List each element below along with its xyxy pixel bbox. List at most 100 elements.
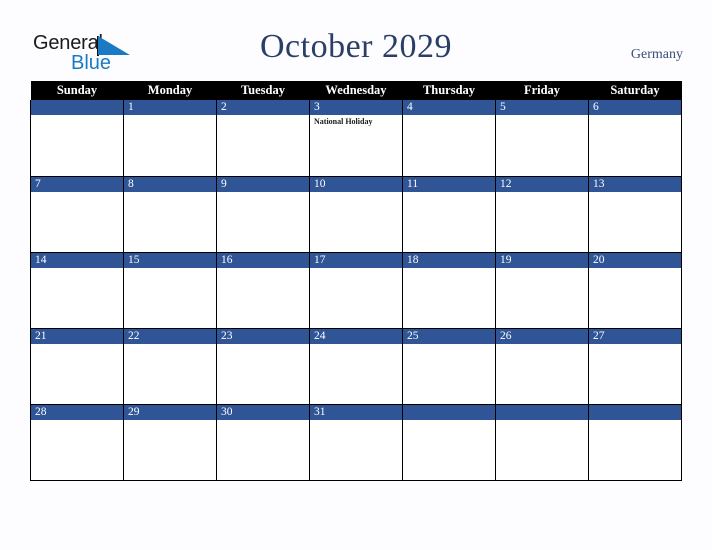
calendar-day-cell[interactable]: 18 <box>402 252 496 329</box>
calendar-day-cell[interactable]: 13 <box>588 176 682 253</box>
calendar-empty-cell[interactable] <box>588 404 682 481</box>
weekday-header-saturday: Saturday <box>588 81 682 100</box>
calendar-grid: Sunday Monday Tuesday Wednesday Thursday… <box>30 81 682 481</box>
calendar-day-cell[interactable]: 17 <box>309 252 403 329</box>
day-number: 30 <box>217 404 309 420</box>
day-number: 10 <box>310 176 402 192</box>
calendar-week-row: 1 2 3 National Holiday 4 5 6 <box>30 100 682 177</box>
day-cell-inner: 21 <box>31 328 123 404</box>
calendar-day-cell[interactable]: 29 <box>123 404 217 481</box>
weekday-header-wednesday: Wednesday <box>309 81 403 100</box>
day-cell-inner: 13 <box>589 176 681 252</box>
calendar-day-cell[interactable]: 10 <box>309 176 403 253</box>
calendar-day-cell[interactable]: 3 National Holiday <box>309 100 403 177</box>
calendar-day-cell[interactable]: 11 <box>402 176 496 253</box>
weekday-header-sunday: Sunday <box>30 81 124 100</box>
calendar-day-cell[interactable]: 15 <box>123 252 217 329</box>
calendar-empty-cell[interactable] <box>30 100 124 177</box>
day-events: National Holiday <box>310 115 402 127</box>
calendar-empty-cell[interactable] <box>495 404 589 481</box>
calendar-day-cell[interactable]: 2 <box>216 100 310 177</box>
page-title: October 2029 <box>259 28 452 65</box>
calendar-day-cell[interactable]: 25 <box>402 328 496 405</box>
day-cell-inner: 8 <box>124 176 216 252</box>
calendar-day-cell[interactable]: 1 <box>123 100 217 177</box>
day-cell-inner: 10 <box>310 176 402 252</box>
weekday-header-friday: Friday <box>495 81 589 100</box>
day-cell-inner: 30 <box>217 404 309 480</box>
day-number <box>496 404 588 420</box>
day-cell-inner: 29 <box>124 404 216 480</box>
calendar-day-cell[interactable]: 8 <box>123 176 217 253</box>
calendar-day-cell[interactable]: 24 <box>309 328 403 405</box>
page-header: General Blue October 2029 Germany <box>0 0 712 80</box>
day-number: 27 <box>589 328 681 344</box>
day-number: 24 <box>310 328 402 344</box>
day-number: 13 <box>589 176 681 192</box>
day-cell-inner: 6 <box>589 100 681 176</box>
day-number: 4 <box>403 100 495 115</box>
day-number: 2 <box>217 100 309 115</box>
day-number: 14 <box>31 252 123 268</box>
day-cell-inner: 4 <box>403 100 495 176</box>
day-cell-inner: 23 <box>217 328 309 404</box>
day-number: 25 <box>403 328 495 344</box>
day-cell-inner: 26 <box>496 328 588 404</box>
calendar-day-cell[interactable]: 19 <box>495 252 589 329</box>
calendar-day-cell[interactable]: 31 <box>309 404 403 481</box>
day-number: 17 <box>310 252 402 268</box>
day-cell-inner: 15 <box>124 252 216 328</box>
day-cell-inner: 14 <box>31 252 123 328</box>
calendar-body: 1 2 3 National Holiday 4 5 6 7 8 9 10 11 12 13 14 15 16 1… <box>30 100 682 481</box>
day-number: 5 <box>496 100 588 115</box>
calendar-day-cell[interactable]: 7 <box>30 176 124 253</box>
day-cell-inner: 24 <box>310 328 402 404</box>
calendar-week-row: 21 22 23 24 25 26 27 <box>30 328 682 405</box>
day-cell-inner: 1 <box>124 100 216 176</box>
day-number: 31 <box>310 404 402 420</box>
day-cell-inner <box>403 404 495 480</box>
day-cell-inner <box>496 404 588 480</box>
day-cell-inner: 9 <box>217 176 309 252</box>
day-cell-inner: 5 <box>496 100 588 176</box>
day-number: 20 <box>589 252 681 268</box>
calendar-day-cell[interactable]: 5 <box>495 100 589 177</box>
day-cell-inner: 20 <box>589 252 681 328</box>
calendar-day-cell[interactable]: 27 <box>588 328 682 405</box>
day-cell-inner: 7 <box>31 176 123 252</box>
day-number: 21 <box>31 328 123 344</box>
calendar-day-cell[interactable]: 22 <box>123 328 217 405</box>
day-number: 6 <box>589 100 681 115</box>
calendar-day-cell[interactable]: 16 <box>216 252 310 329</box>
calendar-day-cell[interactable]: 20 <box>588 252 682 329</box>
calendar-day-cell[interactable]: 21 <box>30 328 124 405</box>
day-cell-inner <box>31 100 123 176</box>
day-cell-inner <box>589 404 681 480</box>
day-number: 18 <box>403 252 495 268</box>
day-number: 29 <box>124 404 216 420</box>
weekday-header-row: Sunday Monday Tuesday Wednesday Thursday… <box>30 81 682 100</box>
calendar-day-cell[interactable]: 4 <box>402 100 496 177</box>
day-number <box>589 404 681 420</box>
day-cell-inner: 28 <box>31 404 123 480</box>
day-number: 16 <box>217 252 309 268</box>
day-cell-inner: 19 <box>496 252 588 328</box>
calendar-day-cell[interactable]: 26 <box>495 328 589 405</box>
day-number: 19 <box>496 252 588 268</box>
calendar-day-cell[interactable]: 9 <box>216 176 310 253</box>
calendar-day-cell[interactable]: 30 <box>216 404 310 481</box>
calendar-day-cell[interactable]: 6 <box>588 100 682 177</box>
calendar-day-cell[interactable]: 14 <box>30 252 124 329</box>
day-number: 11 <box>403 176 495 192</box>
country-label: Germany <box>630 47 683 62</box>
calendar-day-cell[interactable]: 12 <box>495 176 589 253</box>
day-number: 22 <box>124 328 216 344</box>
day-cell-inner: 11 <box>403 176 495 252</box>
day-number: 15 <box>124 252 216 268</box>
calendar-day-cell[interactable]: 23 <box>216 328 310 405</box>
calendar-empty-cell[interactable] <box>402 404 496 481</box>
day-number: 12 <box>496 176 588 192</box>
day-number: 8 <box>124 176 216 192</box>
day-number: 3 <box>310 100 402 115</box>
calendar-day-cell[interactable]: 28 <box>30 404 124 481</box>
